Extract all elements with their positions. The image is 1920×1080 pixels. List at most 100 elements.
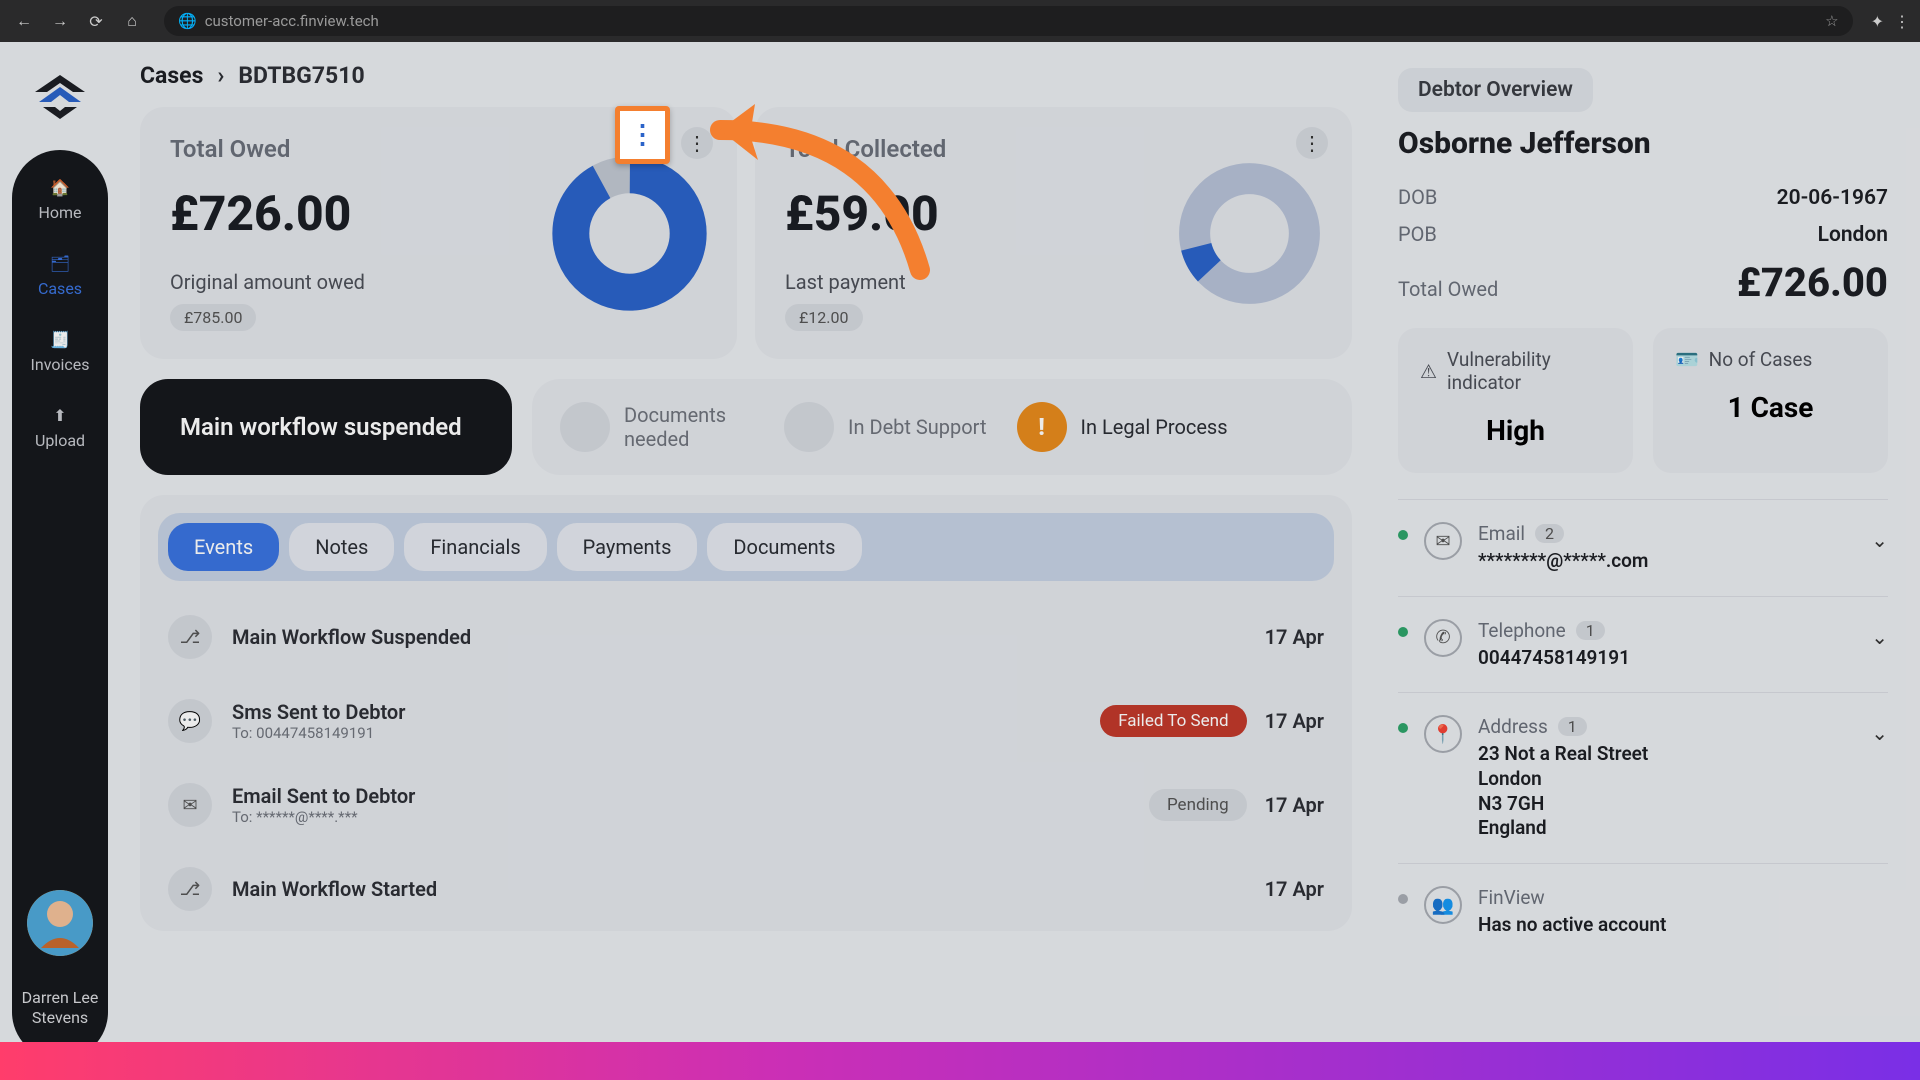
tab-financials[interactable]: Financials [404,523,546,571]
total-owed-label: Total Owed [1398,277,1498,301]
contact-email[interactable]: ✉ Email2 ********@*****.com ⌄ [1398,499,1888,596]
card-title: Total Owed [170,135,365,163]
workflow-banner: Main workflow suspended [140,379,512,475]
star-icon[interactable]: ☆ [1825,12,1838,30]
tab-notes[interactable]: Notes [289,523,394,571]
invoice-icon: 🧾 [50,330,70,349]
vulnerability-card[interactable]: ⚠Vulnerability indicator High [1398,328,1633,473]
home-button[interactable]: ⌂ [118,7,146,35]
count-chip: 1 [1576,621,1605,640]
sidebar-item-home[interactable]: 🏠 Home [38,178,81,222]
status-label: In Debt Support [848,415,987,439]
extensions-icon[interactable]: ✦ [1871,12,1884,31]
mail-icon: ✉ [1424,522,1462,560]
status-legal-process[interactable]: ! In Legal Process [1017,402,1228,452]
pin-icon: 📍 [1424,715,1462,753]
event-sub: To: 00447458149191 [232,724,405,742]
forward-button[interactable]: → [46,7,74,35]
app-logo [25,62,95,132]
pob-label: POB [1398,222,1437,246]
alert-icon: ! [1017,402,1067,452]
contact-value: ********@*****.com [1478,549,1855,574]
status-dot-icon [560,402,610,452]
warning-icon: ⚠ [1420,360,1437,383]
cases-card[interactable]: 🪪 No of Cases 1 Case [1653,328,1888,473]
tab-payments[interactable]: Payments [557,523,698,571]
more-icon: ⋮ [630,120,656,150]
breadcrumb-root[interactable]: Cases [140,62,203,89]
status-dot-icon [1398,723,1408,733]
status-dot-icon [784,402,834,452]
event-row[interactable]: ⎇ Main Workflow Started 17 Apr [158,847,1334,931]
avatar[interactable] [27,890,93,956]
owed-donut-chart [552,135,707,331]
event-row[interactable]: 💬 Sms Sent to Debtor To: 00447458149191 … [158,679,1334,763]
address-bar[interactable]: 🌐 customer-acc.finview.tech ☆ [164,6,1853,36]
app-root: 🏠 Home 🗂 Cases 🧾 Invoices ⬆ Upload Darre… [0,42,1920,1080]
breadcrumb: Cases › BDTBG7510 [140,62,1352,89]
chevron-down-icon[interactable]: ⌄ [1871,522,1888,552]
phone-icon: ✆ [1424,619,1462,657]
contact-finview[interactable]: 👥 FinView Has no active account [1398,863,1888,960]
event-title: Email Sent to Debtor [232,784,415,808]
card-collected-menu[interactable]: ⋮ [1296,127,1328,159]
status-dot-icon [1398,627,1408,637]
breadcrumb-case-id: BDTBG7510 [238,62,364,89]
card-chip: £785.00 [170,304,256,331]
tab-events[interactable]: Events [168,523,279,571]
dob-label: DOB [1398,185,1437,209]
sidebar-item-label: Invoices [31,355,90,374]
chevron-down-icon[interactable]: ⌄ [1871,715,1888,745]
id-card-icon: 🪪 [1675,348,1699,371]
info-card-label: No of Cases [1709,348,1813,371]
status-documents-needed[interactable]: Documents needed [560,402,754,452]
dob-value: 20-06-1967 [1777,186,1888,210]
main-content: Cases › BDTBG7510 Total Owed £726.00 Ori… [120,42,1380,1080]
card-title: Total Collected [785,135,946,163]
contact-phone[interactable]: ✆ Telephone 1 00447458149191 ⌄ [1398,596,1888,693]
back-button[interactable]: ← [10,7,38,35]
status-badge: Failed To Send [1100,705,1246,737]
contact-label: Email [1478,522,1525,545]
chevron-down-icon[interactable]: ⌄ [1871,619,1888,649]
event-date: 17 Apr [1265,877,1324,901]
contact-address[interactable]: 📍 Address1 23 Not a Real Street London N… [1398,692,1888,863]
reload-button[interactable]: ⟳ [82,7,110,35]
sidebar-item-cases[interactable]: 🗂 Cases [38,254,82,298]
event-date: 17 Apr [1265,709,1324,733]
event-date: 17 Apr [1265,793,1324,817]
status-label: Documents needed [624,403,754,451]
sidebar-item-label: Upload [35,431,85,450]
upload-icon: ⬆ [53,406,66,425]
cases-icon: 🗂 [50,254,70,273]
chevron-right-icon: › [217,62,224,89]
info-card-value: 1 Case [1675,391,1866,424]
contact-value: Has no active account [1478,913,1888,938]
home-icon: 🏠 [50,178,70,197]
tabbar: Events Notes Financials Payments Documen… [158,513,1334,581]
contact-value: 00447458149191 [1478,646,1855,671]
status-badge: Pending [1149,789,1247,821]
tab-documents[interactable]: Documents [707,523,861,571]
info-card-label: Vulnerability indicator [1447,348,1611,394]
globe-icon: 🌐 [178,12,197,30]
branch-icon: ⎇ [168,615,212,659]
workflow-status-bar: Documents needed In Debt Support ! In Le… [532,379,1352,475]
status-label: In Legal Process [1081,415,1228,439]
status-debt-support[interactable]: In Debt Support [784,402,987,452]
card-total-collected: Total Collected £59.00 Last payment £12.… [755,107,1352,359]
event-date: 17 Apr [1265,625,1324,649]
sidebar-item-invoices[interactable]: 🧾 Invoices [31,330,90,374]
card-owed-menu[interactable]: ⋮ [681,127,713,159]
card-amount: £59.00 [785,185,946,242]
sidebar-item-upload[interactable]: ⬆ Upload [35,406,85,450]
card-amount: £726.00 [170,185,365,242]
event-sub: To: ******@****.*** [232,808,415,826]
event-row[interactable]: ✉ Email Sent to Debtor To: ******@****.*… [158,763,1334,847]
chrome-menu-icon[interactable]: ⋮ [1894,12,1910,31]
url-text: customer-acc.finview.tech [205,12,379,30]
events-panel: Events Notes Financials Payments Documen… [140,495,1352,931]
workflow-banner-text: Main workflow suspended [180,413,462,441]
event-row[interactable]: ⎇ Main Workflow Suspended 17 Apr [158,595,1334,679]
contact-label: Telephone [1478,619,1566,642]
